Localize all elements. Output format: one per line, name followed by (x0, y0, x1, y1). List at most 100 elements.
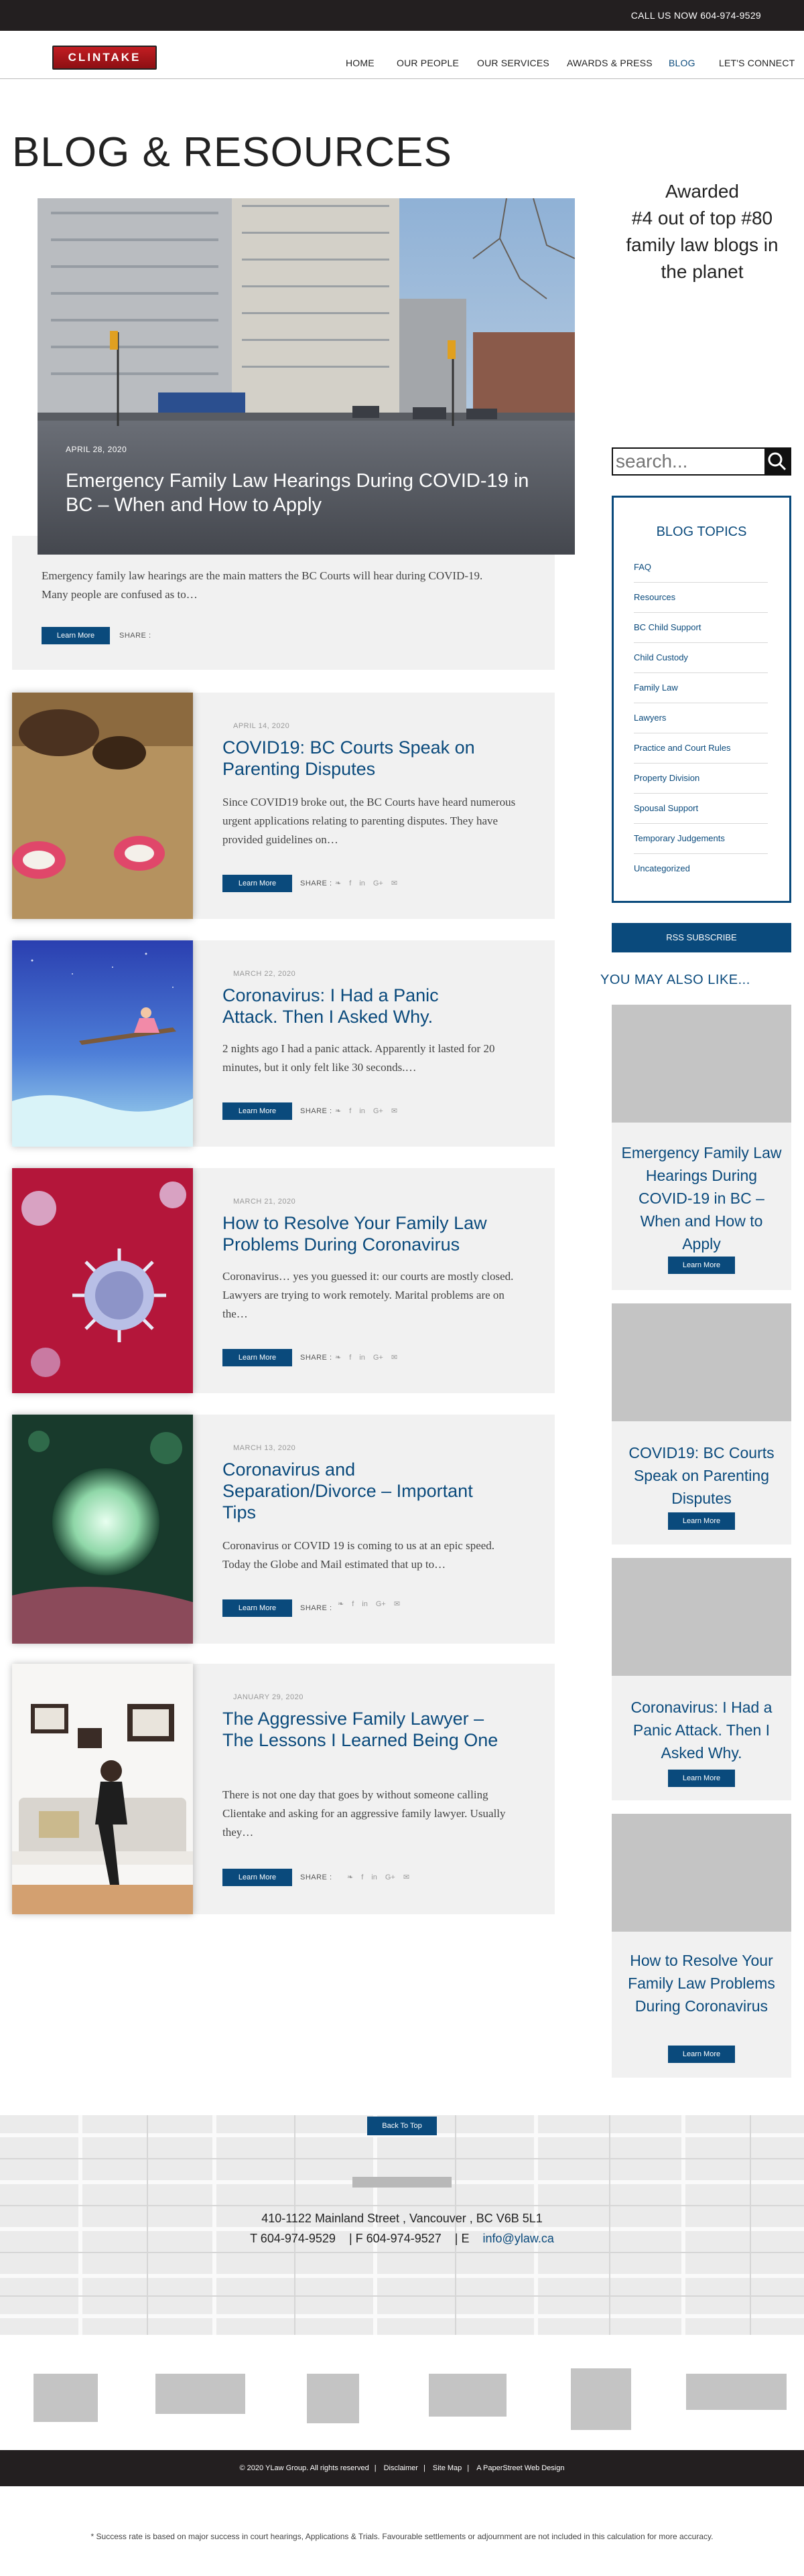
google-plus-icon[interactable]: G+ (376, 1600, 386, 1608)
partner-logo[interactable] (307, 2374, 359, 2423)
post-date: APRIL 14, 2020 (233, 722, 290, 730)
related-post-thumbnail[interactable] (612, 1303, 791, 1421)
google-plus-icon[interactable]: G+ (373, 1107, 383, 1115)
topic-link[interactable]: Child Custody (634, 643, 768, 673)
post-learn-more-button[interactable]: Learn More (222, 1869, 292, 1886)
related-learn-more-button[interactable]: Learn More (668, 1257, 735, 1274)
twitter-icon[interactable]: ❧ (347, 1873, 353, 1881)
linkedin-icon[interactable]: in (359, 1107, 365, 1115)
topic-link[interactable]: Spousal Support (634, 794, 768, 824)
facebook-icon[interactable]: f (349, 879, 351, 887)
footer-link-paperstreet[interactable]: A PaperStreet Web Design (476, 2464, 564, 2472)
linkedin-icon[interactable]: in (359, 1354, 365, 1362)
search-button[interactable] (764, 449, 790, 474)
twitter-icon[interactable]: ❧ (335, 1107, 341, 1115)
post-image-virus-green[interactable] (12, 1415, 193, 1644)
twitter-icon[interactable]: ❧ (338, 1600, 344, 1608)
related-post-card: COVID19: BC Courts Speak on Parenting Di… (612, 1303, 791, 1545)
post-image-panic[interactable] (12, 940, 193, 1147)
post-learn-more-button[interactable]: Learn More (222, 1599, 292, 1617)
nav-lets-connect[interactable]: LET'S CONNECT (719, 58, 795, 68)
partner-logo[interactable] (34, 2374, 98, 2422)
featured-post-title[interactable]: Emergency Family Law Hearings During COV… (66, 469, 555, 517)
topic-link[interactable]: BC Child Support (634, 613, 768, 643)
related-learn-more-button[interactable]: Learn More (668, 1770, 735, 1787)
nav-our-people[interactable]: OUR PEOPLE (397, 58, 459, 68)
related-post-title[interactable]: Emergency Family Law Hearings During COV… (621, 1141, 782, 1255)
post-learn-more-button[interactable]: Learn More (222, 1349, 292, 1366)
linkedin-icon[interactable]: in (371, 1873, 377, 1881)
related-post-title[interactable]: COVID19: BC Courts Speak on Parenting Di… (621, 1441, 782, 1510)
post-excerpt: There is not one day that goes by withou… (222, 1788, 506, 1839)
partner-logo[interactable] (429, 2374, 507, 2417)
topic-link[interactable]: Property Division (634, 764, 768, 794)
twitter-icon[interactable]: ❧ (335, 879, 341, 887)
partner-logo[interactable] (155, 2374, 245, 2414)
post-share-icons: ❧ f in G+ ✉ (335, 879, 405, 887)
post-image-shoes[interactable] (12, 693, 193, 919)
post-title[interactable]: How to Resolve Your Family Law Problems … (222, 1212, 517, 1255)
google-plus-icon[interactable]: G+ (373, 1354, 383, 1362)
topic-link[interactable]: Temporary Judgements (634, 824, 768, 854)
related-post-thumbnail[interactable] (612, 1005, 791, 1123)
related-post-thumbnail[interactable] (612, 1814, 791, 1932)
call-us-now[interactable]: CALL US NOW 604-974-9529 (631, 10, 761, 21)
post-learn-more-button[interactable]: Learn More (222, 875, 292, 892)
search-icon (768, 452, 787, 471)
facebook-icon[interactable]: f (349, 1354, 351, 1362)
back-to-top-button[interactable]: Back To Top (367, 2117, 437, 2135)
facebook-icon[interactable]: f (361, 1873, 363, 1881)
award-statement: Awarded #4 out of top #80 family law blo… (603, 178, 801, 285)
facebook-icon[interactable]: f (352, 1600, 354, 1608)
google-plus-icon[interactable]: G+ (385, 1873, 395, 1881)
post-title[interactable]: Coronavirus and Separation/Divorce – Imp… (222, 1459, 504, 1523)
related-learn-more-button[interactable]: Learn More (668, 2046, 735, 2063)
topic-link[interactable]: Uncategorized (634, 854, 768, 884)
related-post-thumbnail[interactable] (612, 1558, 791, 1676)
related-learn-more-button[interactable]: Learn More (668, 1512, 735, 1530)
topic-link[interactable]: FAQ (634, 553, 768, 583)
partner-logo[interactable] (686, 2374, 787, 2410)
nav-awards-press[interactable]: AWARDS & PRESS (567, 58, 653, 68)
post-learn-more-button[interactable]: Learn More (222, 1102, 292, 1120)
footer-phone[interactable]: T 604-974-9529 (250, 2232, 336, 2245)
post-image-virus-red[interactable] (12, 1168, 193, 1393)
topic-link[interactable]: Practice and Court Rules (634, 733, 768, 764)
facebook-icon[interactable]: f (349, 1107, 351, 1115)
email-icon[interactable]: ✉ (391, 879, 397, 887)
post-title[interactable]: The Aggressive Family Lawyer – The Lesso… (222, 1708, 517, 1751)
topic-link[interactable]: Lawyers (634, 703, 768, 733)
email-icon[interactable]: ✉ (391, 1107, 397, 1115)
related-post-title[interactable]: Coronavirus: I Had a Panic Attack. Then … (621, 1696, 782, 1764)
related-post-title[interactable]: How to Resolve Your Family Law Problems … (621, 1949, 782, 2017)
email-icon[interactable]: ✉ (391, 1354, 397, 1362)
blog-topics-title: BLOG TOPICS (656, 524, 747, 539)
search-input[interactable] (613, 449, 764, 474)
featured-learn-more-button[interactable]: Learn More (42, 627, 110, 644)
topic-link[interactable]: Resources (634, 583, 768, 613)
rss-subscribe-button[interactable]: RSS SUBSCRIBE (612, 923, 791, 952)
twitter-icon[interactable]: ❧ (335, 1354, 341, 1362)
email-icon[interactable]: ✉ (394, 1600, 400, 1608)
nav-blog[interactable]: BLOG (669, 58, 695, 68)
linkedin-icon[interactable]: in (359, 879, 365, 887)
phone-number[interactable]: 604-974-9529 (700, 10, 761, 21)
google-plus-icon[interactable]: G+ (373, 879, 383, 887)
post-title[interactable]: Coronavirus: I Had a Panic Attack. Then … (222, 985, 450, 1027)
email-icon[interactable]: ✉ (403, 1873, 409, 1881)
linkedin-icon[interactable]: in (362, 1600, 368, 1608)
post-image-lawyer[interactable] (12, 1664, 193, 1914)
footer-email-link[interactable]: info@ylaw.ca (483, 2232, 554, 2245)
post-share-label: SHARE : (300, 1354, 332, 1362)
footer-link-site-map[interactable]: Site Map (433, 2464, 462, 2472)
footer-address: 410-1122 Mainland Street , Vancouver , B… (261, 2212, 543, 2225)
topic-link[interactable]: Family Law (634, 673, 768, 703)
search-box (612, 447, 791, 476)
you-may-also-like-title: YOU MAY ALSO LIKE... (600, 973, 750, 987)
nav-our-services[interactable]: OUR SERVICES (477, 58, 549, 68)
post-title[interactable]: COVID19: BC Courts Speak on Parenting Di… (222, 737, 517, 780)
footer-link-disclaimer[interactable]: Disclaimer (384, 2464, 418, 2472)
post-share-icons: ❧ f in G+ ✉ (335, 1106, 405, 1115)
partner-logo[interactable] (571, 2368, 631, 2430)
nav-home[interactable]: HOME (346, 58, 375, 68)
